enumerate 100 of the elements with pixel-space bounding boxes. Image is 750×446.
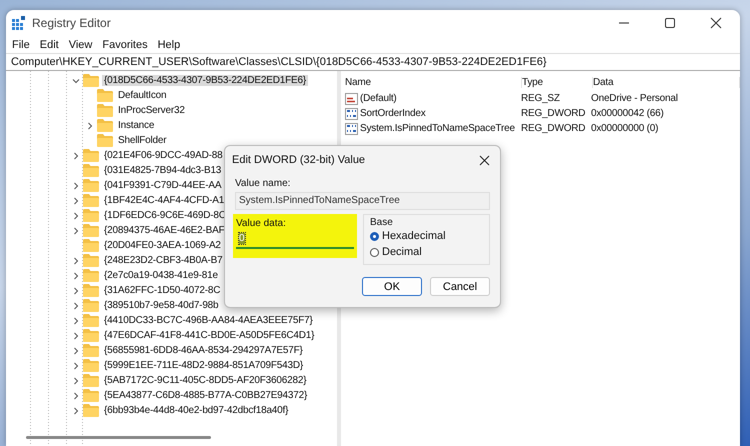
folder-icon bbox=[83, 389, 99, 402]
chevron-right-icon[interactable] bbox=[86, 122, 94, 130]
base-label: Base bbox=[370, 217, 394, 228]
folder-icon bbox=[83, 359, 99, 372]
radio-button[interactable] bbox=[370, 232, 379, 240]
tree-item[interactable]: {6bb93b4e-44d8-40e2-bd97-42dbcf18a40f} bbox=[102, 405, 290, 416]
tree-item[interactable]: {4410DC33-BC7C-496B-AA84-4AEA3EEE75F7} bbox=[102, 315, 315, 326]
folder-icon bbox=[83, 374, 99, 387]
chevron-right-icon[interactable] bbox=[72, 316, 80, 324]
folder-icon bbox=[83, 149, 99, 162]
chevron-right-icon[interactable] bbox=[72, 286, 80, 294]
chevron-right-icon[interactable] bbox=[72, 392, 80, 400]
chevron-right-icon[interactable] bbox=[72, 196, 80, 204]
folder-icon bbox=[83, 164, 99, 177]
radio-label[interactable]: Hexadecimal bbox=[382, 230, 446, 242]
binary-value-icon bbox=[345, 122, 358, 134]
chevron-right-icon[interactable] bbox=[72, 332, 80, 340]
folder-icon bbox=[83, 329, 99, 342]
value-data: 0x00000042 (66) bbox=[591, 108, 665, 119]
folder-icon bbox=[83, 314, 99, 327]
menu-item[interactable]: Favorites bbox=[102, 38, 148, 50]
tree-item[interactable]: {031E4825-7B94-4dc3-B13 bbox=[102, 165, 224, 176]
close-icon[interactable] bbox=[710, 17, 722, 29]
tree-item[interactable]: {2e7c0a19-0438-41e9-81e bbox=[102, 270, 220, 281]
tree-item[interactable]: {021E4F06-9DCC-49AD-88 bbox=[102, 150, 224, 161]
tree-item[interactable]: {20D04FE0-3AEA-1069-A2 bbox=[102, 240, 223, 251]
tree-item[interactable]: DefaultIcon bbox=[116, 90, 168, 101]
column-header[interactable]: Data bbox=[593, 76, 740, 88]
value-type: REG_DWORD bbox=[521, 123, 586, 134]
close-icon[interactable] bbox=[479, 154, 490, 166]
value-type: REG_DWORD bbox=[521, 108, 586, 119]
chevron-right-icon[interactable] bbox=[72, 226, 80, 234]
folder-icon bbox=[83, 299, 99, 312]
tree-item[interactable]: {5999E1EE-711E-48D2-9884-851A709F543D} bbox=[102, 360, 306, 371]
registry-app-icon bbox=[12, 16, 26, 30]
value-name[interactable]: (Default) bbox=[360, 93, 397, 104]
scrollbar-thumb[interactable] bbox=[26, 436, 211, 439]
cancel-button[interactable]: Cancel bbox=[430, 277, 490, 296]
folder-icon bbox=[83, 254, 99, 267]
binary-value-icon bbox=[345, 108, 358, 120]
menu-item[interactable]: View bbox=[68, 38, 92, 50]
chevron-down-icon[interactable] bbox=[72, 76, 80, 84]
value-name[interactable]: System.IsPinnedToNameSpaceTree bbox=[360, 123, 515, 134]
radio-label[interactable]: Decimal bbox=[382, 246, 422, 258]
chevron-right-icon[interactable] bbox=[72, 256, 80, 264]
value-type: REG_SZ bbox=[521, 93, 561, 104]
address-bar[interactable]: Computer\HKEY_CURRENT_USER\Software\Classes\CLSID\{018D5C66-4533-4307-9B53-224DE2ED1FE6} bbox=[6, 53, 740, 71]
tree-item[interactable]: {56855981-6DD8-46AA-8534-294297A7E57F} bbox=[102, 345, 305, 356]
tree-item[interactable]: {248E23D2-CBF3-4B0A-B7 bbox=[102, 255, 224, 266]
value-data: OneDrive - Personal bbox=[591, 93, 679, 104]
folder-icon bbox=[97, 134, 113, 147]
tree-item[interactable]: InProcServer32 bbox=[116, 105, 187, 116]
menu-item[interactable]: Edit bbox=[40, 38, 59, 50]
column-header[interactable]: Type bbox=[522, 76, 593, 88]
ok-button[interactable]: OK bbox=[362, 277, 422, 296]
menu-item[interactable]: File bbox=[12, 38, 30, 50]
folder-icon bbox=[83, 74, 99, 87]
folder-icon bbox=[97, 104, 113, 117]
tree-item[interactable]: {20894375-46AE-46E2-BAF bbox=[102, 225, 226, 236]
dialog-title: Edit DWORD (32-bit) Value bbox=[232, 154, 366, 166]
tree-item[interactable]: {1DF6EDC6-9C6E-469D-8C bbox=[102, 210, 228, 221]
chevron-right-icon[interactable] bbox=[72, 376, 80, 384]
chevron-right-icon[interactable] bbox=[72, 182, 80, 190]
tree-item[interactable]: {1BF42E4C-4AF4-4CFD-A1 bbox=[102, 195, 226, 206]
menu-item[interactable]: Help bbox=[158, 38, 180, 50]
folder-icon bbox=[83, 284, 99, 297]
value-data: 0x00000000 (0) bbox=[591, 123, 660, 134]
chevron-right-icon[interactable] bbox=[72, 362, 80, 370]
chevron-right-icon[interactable] bbox=[72, 406, 80, 414]
chevron-right-icon[interactable] bbox=[72, 152, 80, 160]
folder-icon bbox=[97, 89, 113, 102]
tree-item[interactable]: Instance bbox=[116, 120, 156, 131]
folder-icon bbox=[97, 119, 113, 132]
folder-icon bbox=[83, 404, 99, 417]
tree-item[interactable]: {389510b7-9e58-40d7-98b bbox=[102, 300, 220, 311]
folder-icon bbox=[83, 344, 99, 357]
tree-item[interactable]: {5AB7172C-9C11-405C-8DD5-AF20F3606282} bbox=[102, 375, 308, 386]
folder-icon bbox=[83, 239, 99, 252]
value-data-label: Value data: bbox=[236, 218, 287, 229]
string-value-icon bbox=[345, 92, 358, 104]
folder-icon bbox=[83, 209, 99, 222]
folder-icon bbox=[83, 194, 99, 207]
radio-button[interactable] bbox=[370, 248, 379, 256]
value-name-label: Value name: bbox=[235, 178, 292, 189]
tree-item[interactable]: {041F9391-C79D-44EE-AA bbox=[102, 180, 224, 191]
column-header[interactable]: Name bbox=[345, 76, 522, 88]
tree-item[interactable]: {31A62FFC-1D50-4072-8C bbox=[102, 285, 222, 296]
folder-icon bbox=[83, 224, 99, 237]
value-name[interactable]: SortOrderIndex bbox=[360, 108, 426, 119]
chevron-right-icon[interactable] bbox=[72, 212, 80, 220]
folder-icon bbox=[83, 269, 99, 282]
chevron-right-icon[interactable] bbox=[72, 346, 80, 354]
maximize-icon[interactable] bbox=[664, 17, 676, 29]
tree-item[interactable]: ShellFolder bbox=[116, 135, 168, 146]
tree-item[interactable]: {018D5C66-4533-4307-9B53-224DE2ED1FE6} bbox=[102, 75, 308, 86]
chevron-right-icon[interactable] bbox=[72, 302, 80, 310]
folder-icon bbox=[83, 179, 99, 192]
tree-item[interactable]: {47E6DCAF-41F8-441C-BD0E-A50D5FE6C4D1} bbox=[102, 330, 316, 341]
chevron-right-icon[interactable] bbox=[72, 272, 80, 280]
tree-item[interactable]: {5EA43877-C6D8-4885-B77A-C0BB27E94372} bbox=[102, 390, 310, 401]
